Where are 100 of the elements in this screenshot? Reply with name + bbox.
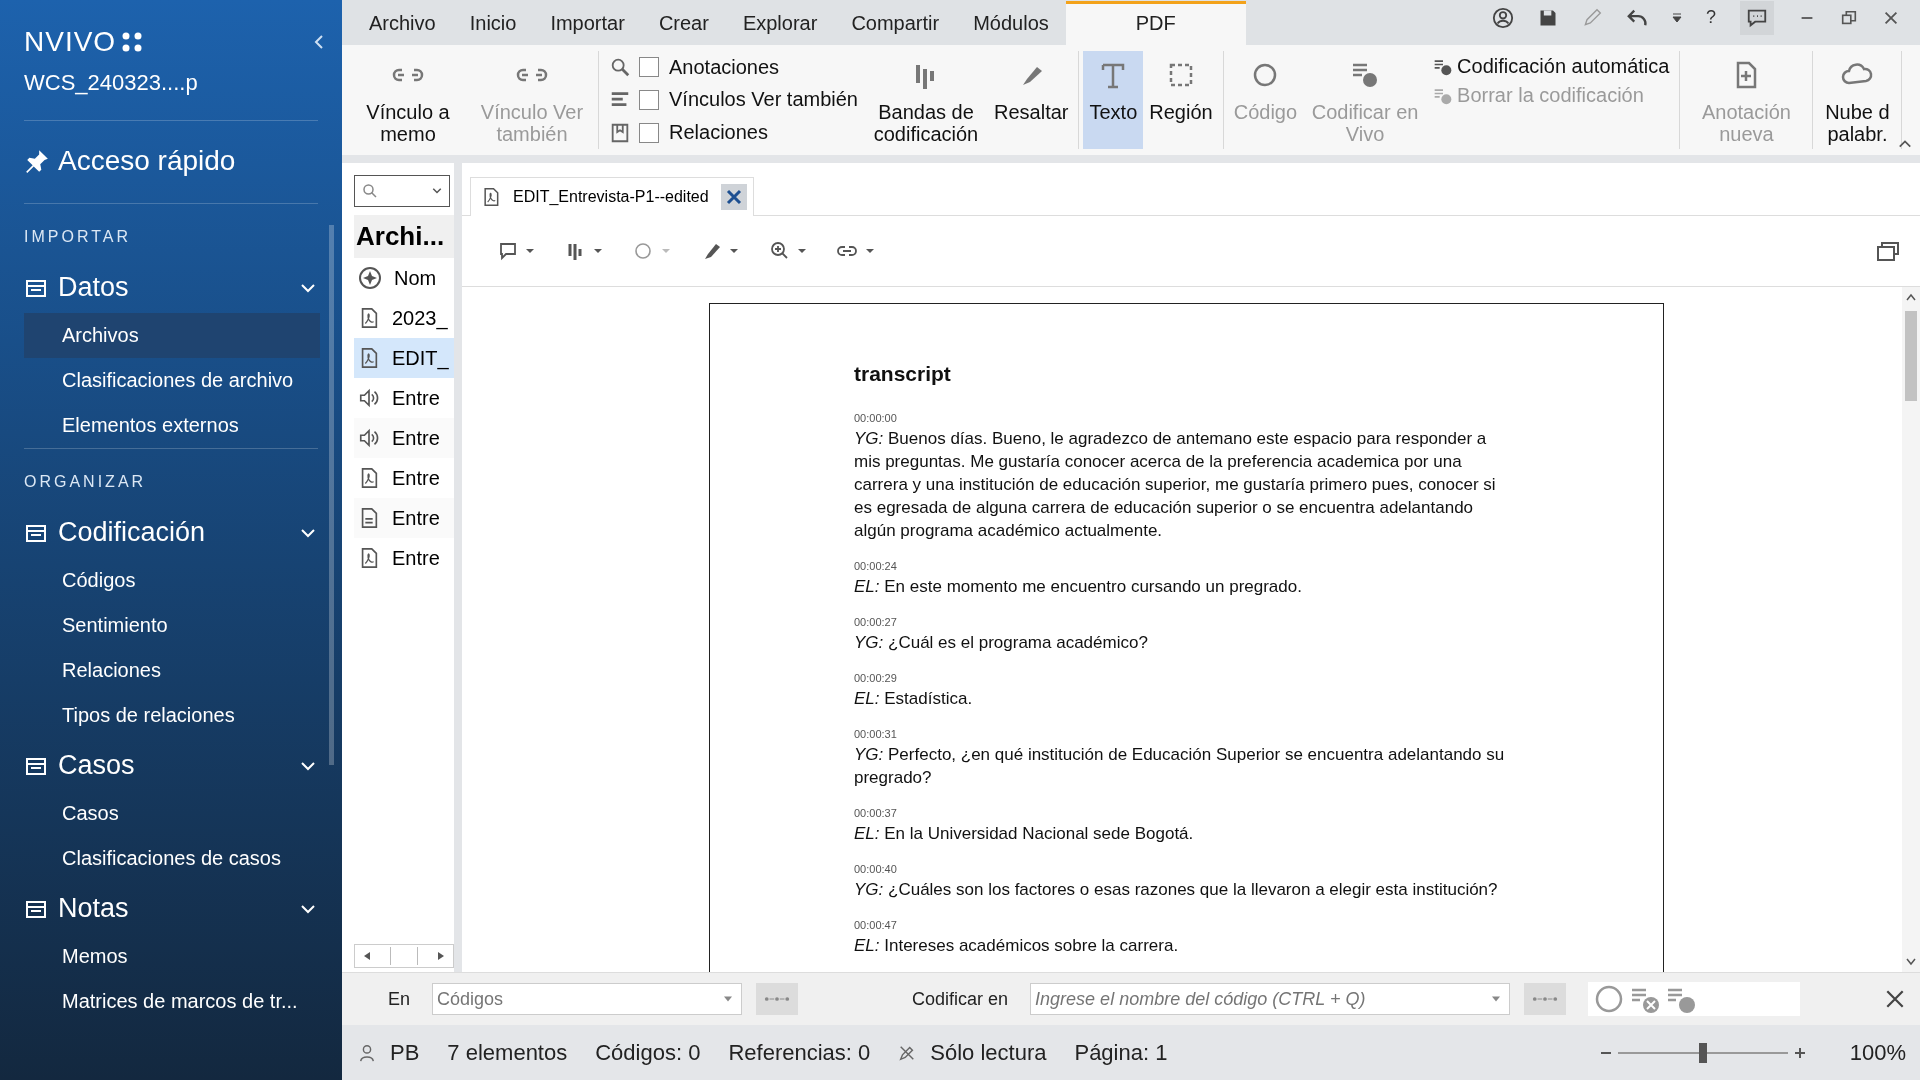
timestamp: 00:00:37 [854,807,898,819]
quick-access-link[interactable]: Acceso rápido [24,121,342,203]
scroll-left-icon[interactable] [363,951,371,961]
document-tab[interactable]: EDIT_Entrevista-P1--edited [470,177,754,216]
file-row[interactable]: Entre [354,538,454,578]
dropdown-icon[interactable] [1672,11,1682,24]
transcript-paragraph: YG: Buenos días. Bueno, le agradezco de antemano este espacio para responder a mis preguntas. Me gustaría conocer acerca de la preferencia academica por una carrera y una institución de educación superior, me gustaría primero pues, conocer si es egresada de alguna carrera de educación superior o se encuentra adelantando algún programa académico actualmente. [854,428,1497,542]
nav-item[interactable]: Matrices de marcos de tr... [24,979,320,1024]
nav-group[interactable]: Codificación [24,505,342,558]
file-row[interactable]: EDIT_ [354,338,454,378]
nav-group[interactable]: Casos [24,738,342,791]
nav-item[interactable]: Memos [24,934,320,979]
no-edit-icon [898,1043,917,1062]
dots-icon [1531,995,1560,1003]
caret-icon[interactable] [1492,996,1501,1002]
comment-icon[interactable] [1740,0,1774,35]
file-row[interactable]: 2023_ [354,298,454,338]
nav-item[interactable]: Relaciones [24,648,320,693]
window-icon[interactable] [1876,239,1900,263]
close-icon[interactable] [720,184,747,210]
nav-item[interactable]: Archivos [24,313,320,358]
menu-tab[interactable]: Compartir [834,12,957,45]
ribbon-button[interactable]: Vínculo a memo [346,51,470,149]
nav-item[interactable]: Clasificaciones de archivo [24,358,320,403]
nav-group[interactable]: Datos [24,260,342,313]
help-button[interactable]: ? [1706,7,1716,28]
file-row[interactable]: Entre [354,498,454,538]
zoom-in-icon[interactable] [1793,1046,1806,1059]
menu-tab[interactable]: Módulos [956,12,1066,45]
file-row[interactable]: Entre [354,458,454,498]
menu-tab[interactable]: Explorar [725,12,835,45]
codes-combo-field[interactable]: Códigos [432,983,743,1015]
caret-icon[interactable] [724,996,733,1002]
dots-icon [763,995,792,1003]
file-row[interactable]: Entre [354,418,454,458]
restore-icon[interactable] [1840,8,1858,27]
scroll-right-icon[interactable] [437,951,445,961]
option-checkbox[interactable]: Relaciones [639,121,768,145]
transcript-paragraph: YG: ¿Cuáles son los factores o esas razones que la llevaron a elegir esta institución? [854,879,1499,901]
option-checkbox[interactable]: Anotaciones [639,55,780,79]
menu-tab[interactable]: Archivo [352,12,453,45]
option-checkbox[interactable]: Vínculos Ver también [639,88,858,112]
view-option-icon [609,56,631,79]
transcript-paragraph: EL: En la Universidad Nacional sede Bogotá. [854,823,1195,845]
circle-icon[interactable] [1594,984,1625,1014]
menu-tab[interactable]: Inicio [452,12,534,45]
transcript-paragraph: YG: ¿Cuál es el programa académico? [854,632,1149,654]
nav-item[interactable]: Tipos de relaciones [24,693,320,738]
nav-item[interactable]: Casos [24,791,320,836]
transcript-title: transcript [854,362,952,386]
collapse-icon[interactable] [314,34,324,50]
search-field[interactable] [354,175,450,207]
nav-item[interactable]: Sentimiento [24,603,320,648]
ribbon-button[interactable]: Región [1143,51,1219,149]
vertical-scrollbar[interactable] [1902,287,1920,972]
section-heading: ORGANIZAR [24,472,148,492]
user-icon[interactable] [1492,6,1514,29]
nav-group[interactable]: Notas [24,881,342,934]
nav-item[interactable]: Elementos externos [24,403,320,448]
code-name-field[interactable]: Ingrese el nombre del código (CTRL + Q) [1030,983,1511,1015]
menu-tab[interactable]: Crear [641,12,726,45]
pin-icon [24,148,50,174]
read-only-status: Sólo lectura [930,1039,1047,1066]
scroll-down-icon[interactable] [1906,958,1916,966]
scrollbar-thumb[interactable] [390,947,418,965]
section-heading: IMPORTAR [24,227,132,247]
compass-icon [358,266,382,290]
scrollbar-thumb[interactable] [329,225,334,765]
ribbon-button[interactable]: Bandas de codificación [864,51,988,149]
ribbon-action[interactable]: Codificación automática [1433,55,1670,78]
transcript-paragraph: EL: En este momento me encuentro cursando un pregrado. [854,576,1303,598]
timestamp: 00:00:31 [854,728,898,740]
panel-title: Archi... [354,215,454,258]
collapse-ribbon-icon[interactable] [1898,139,1912,149]
in-label: En [388,988,411,1010]
close-icon[interactable] [1884,988,1906,1010]
transcript-paragraph: EL: Intereses académicos sobre la carrera. [854,935,1180,957]
column-header[interactable]: Nom [394,266,437,290]
file-row[interactable]: Entre [354,378,454,418]
horizontal-scrollbar[interactable] [354,944,454,968]
nav-item[interactable]: Clasificaciones de casos [24,836,320,881]
page-number: Página: 1 [1074,1039,1168,1066]
reference-count: Referencias: 0 [728,1039,871,1066]
timestamp: 00:00:40 [854,863,898,875]
project-name: WCS_240323....p [24,69,199,97]
code-at-label: Codificar en [912,988,1009,1010]
ribbon-button[interactable]: Nube d palabr. [1817,51,1898,149]
nav-item[interactable]: Códigos [24,558,320,603]
ribbon-button[interactable]: Texto [1083,51,1144,149]
user-initials: PB [390,1039,420,1066]
scroll-up-icon[interactable] [1906,293,1916,301]
ribbon-button[interactable]: Resaltar [988,51,1075,149]
timestamp: 00:00:24 [854,560,898,572]
menu-tab[interactable]: PDF [1065,1,1246,45]
scrollbar-thumb[interactable] [1905,311,1917,401]
timestamp: 00:00:00 [854,412,898,424]
user-icon [358,1043,376,1062]
menu-tab[interactable]: Importar [533,12,642,45]
slider-thumb[interactable] [1698,1042,1707,1063]
transcript-paragraph: EL: Estadística. [854,688,974,710]
